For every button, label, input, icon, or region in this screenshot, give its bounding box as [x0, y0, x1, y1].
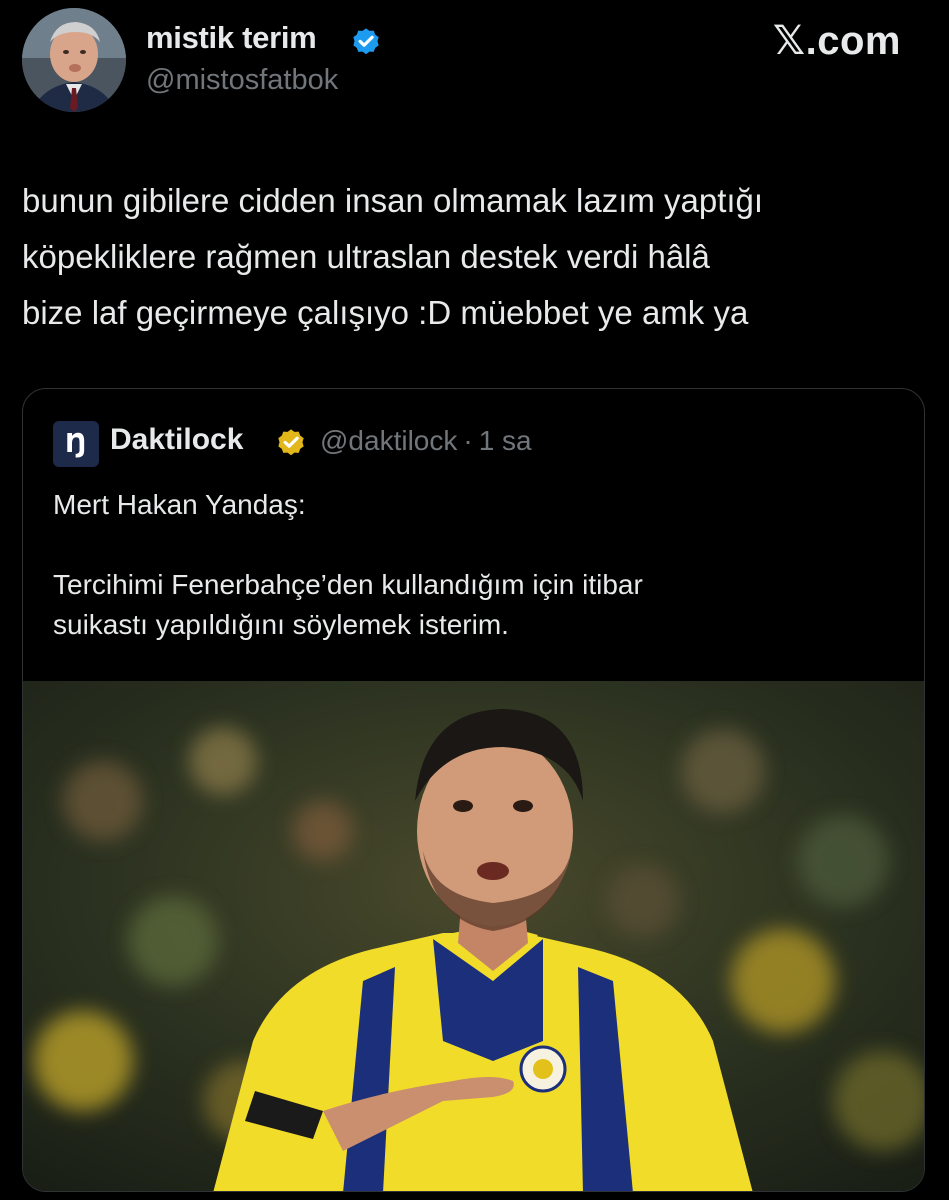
author-avatar[interactable] — [22, 8, 126, 112]
tweet-text: bunun gibilere cidden insan olmamak lazı… — [22, 182, 764, 331]
quoted-tweet-card[interactable]: Ŋ Daktilock @daktilock · 1 sa Mert Hakan Y… — [22, 388, 925, 1192]
verified-gold-badge-icon — [278, 429, 304, 456]
author-name[interactable]: mistik terim — [146, 20, 317, 56]
x-logo: 𝕏.com — [772, 19, 901, 63]
quote-timestamp[interactable]: 1 sa — [479, 425, 532, 456]
author-handle[interactable]: @mistosfatbok — [146, 64, 338, 97]
quote-author-name[interactable]: Daktilock — [110, 423, 243, 457]
football-player-photo-icon — [23, 681, 924, 1191]
meta-separator: · — [463, 425, 473, 456]
profile-photo-icon — [22, 8, 126, 112]
quote-author-handle[interactable]: @daktilock — [320, 425, 457, 456]
quote-text: Mert Hakan Yandaş: Tercihimi Fenerbahçe’… — [53, 489, 643, 640]
quote-photo[interactable] — [23, 681, 924, 1191]
verified-badge-icon — [353, 28, 379, 55]
quote-meta: @daktilock · 1 sa — [320, 425, 532, 457]
quote-avatar[interactable]: Ŋ — [53, 421, 99, 467]
